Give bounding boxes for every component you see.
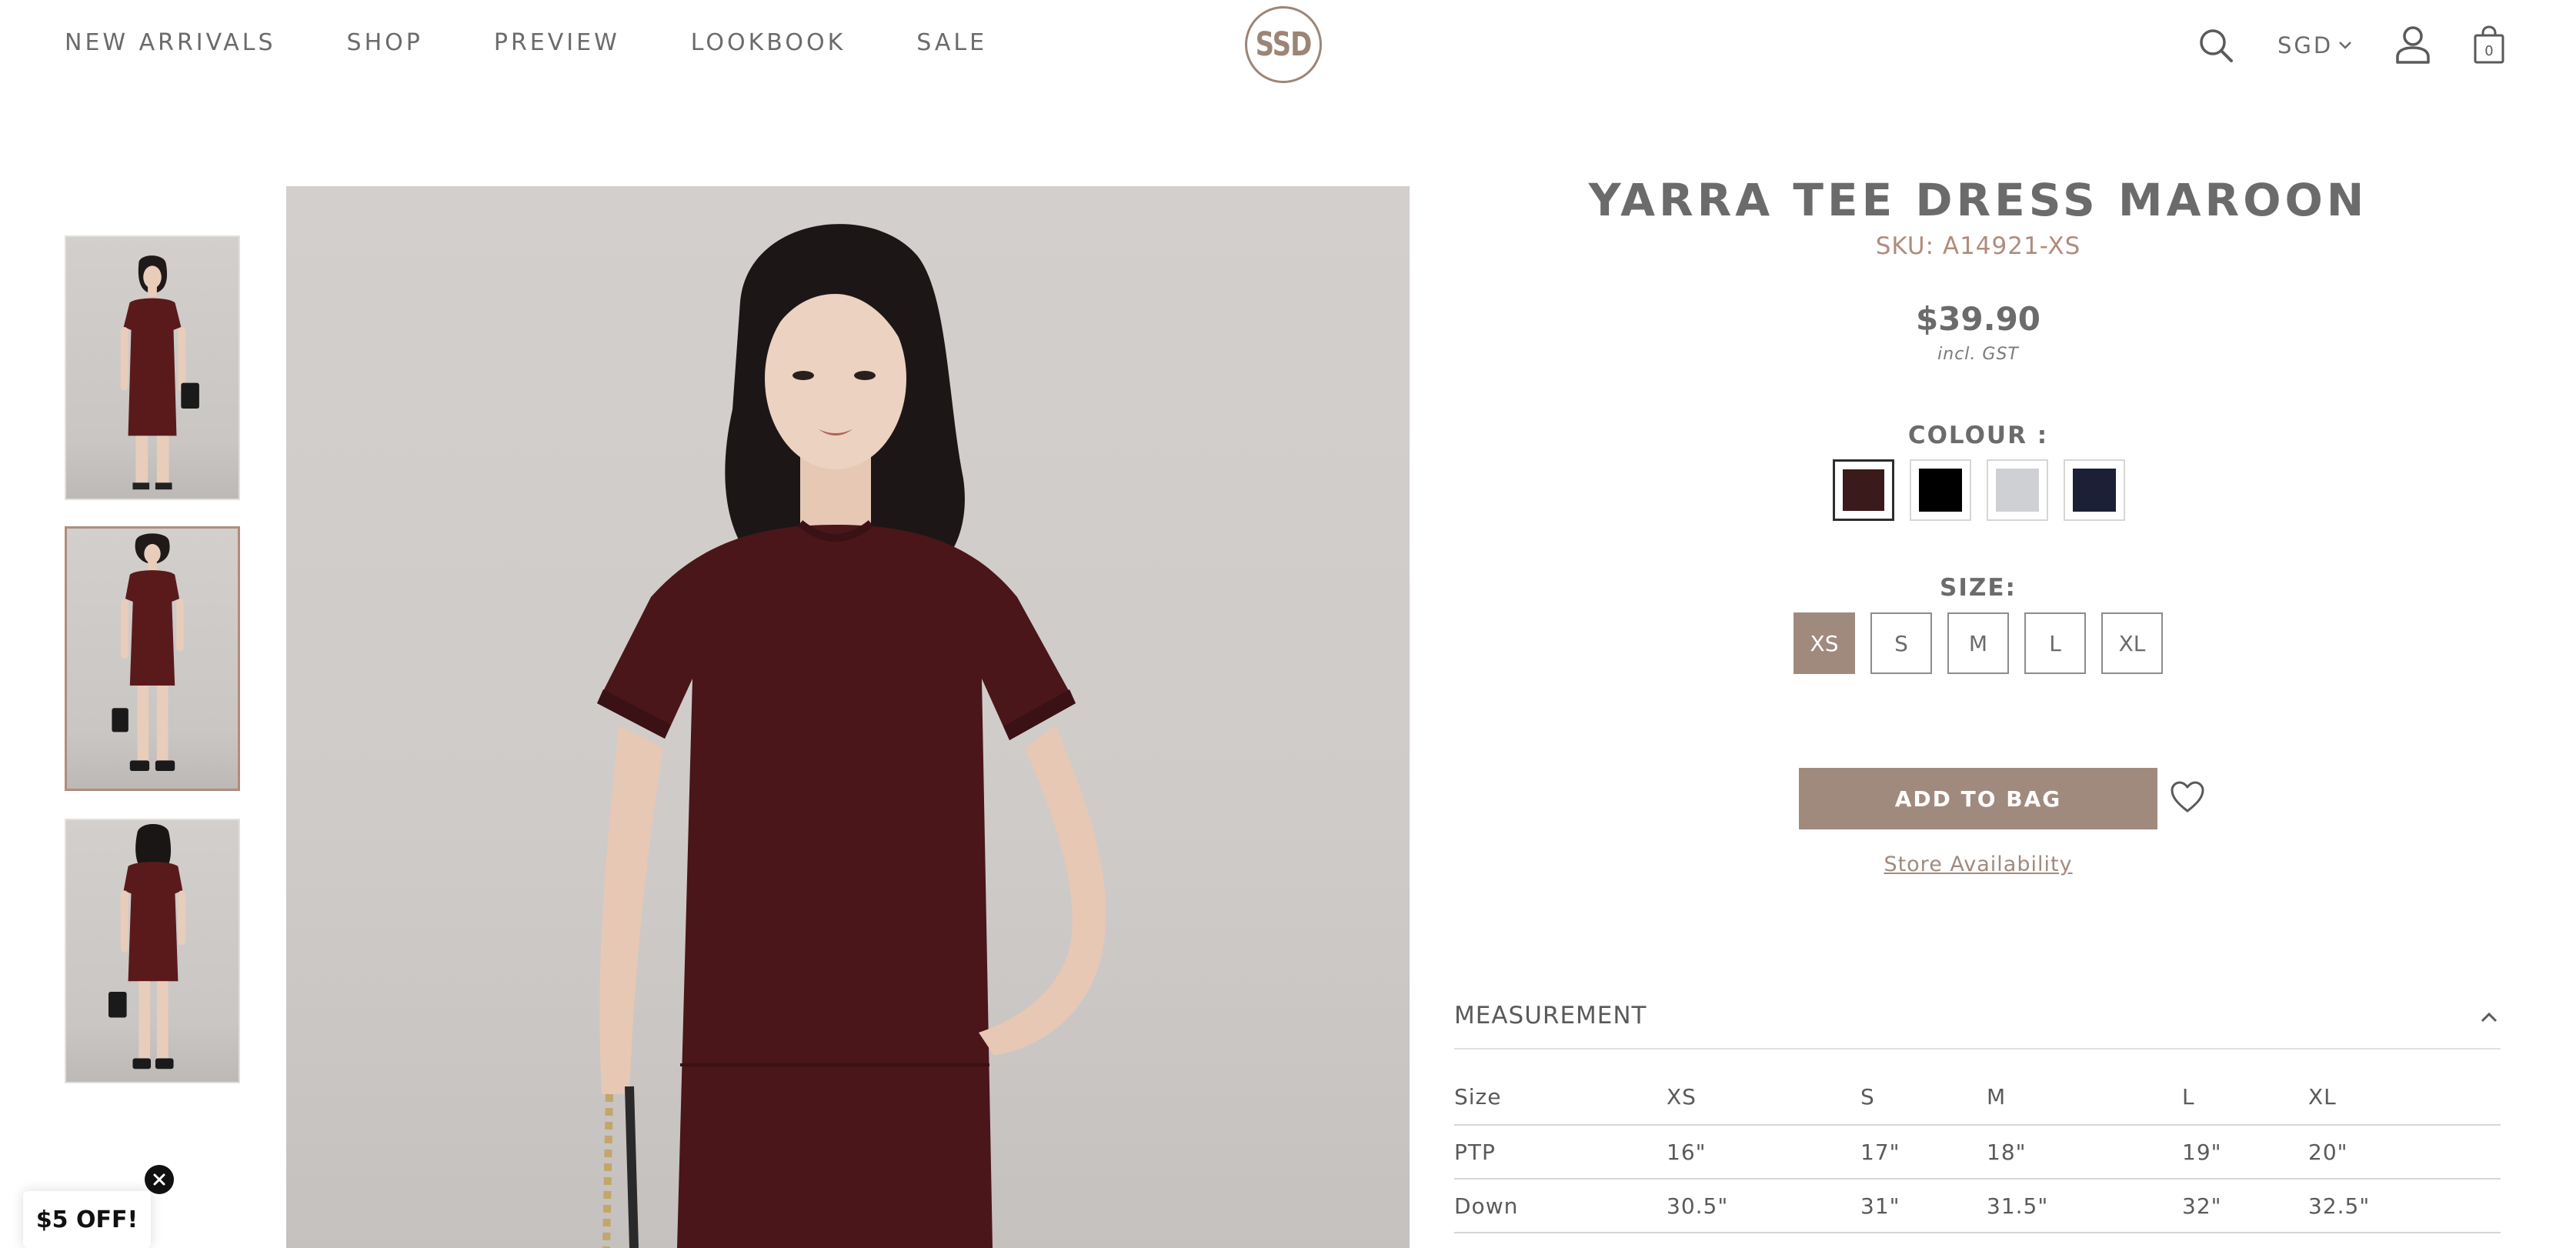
colour-swatches (1833, 459, 2125, 521)
user-icon[interactable] (2394, 25, 2431, 65)
measurement-accordion[interactable]: MEASUREMENT (1454, 996, 2501, 1049)
site-header: NEW ARRIVALS SHOP PREVIEW LOOKBOOK SALE … (0, 0, 2576, 91)
colour-swatch-navy[interactable] (2064, 459, 2125, 521)
store-availability-link[interactable]: Store Availability (1454, 853, 2502, 876)
size-options: XS S M L XL (1794, 612, 2163, 674)
thumbnail-image-2 (112, 533, 184, 772)
currency-selector[interactable]: SGD (2277, 32, 2353, 58)
table-cell: 20" (2308, 1139, 2348, 1165)
table-header-cell: S (1860, 1084, 1875, 1110)
add-to-bag-button[interactable]: ADD TO BAG (1799, 768, 2157, 829)
table-header-cell: XS (1667, 1084, 1697, 1110)
size-label: SIZE: (1940, 574, 2017, 602)
table-row: Down 30.5" 31" 31.5" 32" 32.5" (1454, 1179, 2501, 1233)
size-option-xl[interactable]: XL (2101, 612, 2163, 674)
table-cell: 16" (1667, 1139, 1707, 1165)
thumbnail-image-1 (120, 255, 199, 490)
close-icon[interactable] (145, 1165, 174, 1194)
table-cell: 31.5" (1987, 1193, 2049, 1219)
shopping-bag-icon[interactable]: 0 (2471, 25, 2507, 65)
table-header-cell: XL (2308, 1084, 2337, 1110)
header-actions: SGD 0 (0, 23, 2576, 69)
table-cell: 17" (1860, 1139, 1900, 1165)
chevron-down-icon (2339, 42, 2352, 49)
measurement-header-row: Size XS S M L XL (1454, 1069, 2501, 1125)
size-option-xs[interactable]: XS (1794, 612, 1855, 674)
product-title: YARRA TEE DRESS MAROON (1588, 174, 2368, 226)
product-photo (597, 224, 1106, 1248)
size-option-l[interactable]: L (2024, 612, 2086, 674)
colour-swatch-black[interactable] (1910, 459, 1971, 521)
table-cell: Down (1454, 1193, 1519, 1219)
thumbnail-1[interactable] (65, 235, 240, 500)
table-row: PTP 16" 17" 18" 19" 20" (1454, 1125, 2501, 1179)
thumbnail-2[interactable] (65, 526, 240, 791)
price-tax-note: incl. GST (1937, 345, 2019, 364)
table-cell: 31" (1860, 1193, 1900, 1219)
table-cell: PTP (1454, 1139, 1496, 1165)
size-option-s[interactable]: S (1870, 612, 1932, 674)
close-glyph (153, 1173, 165, 1186)
table-cell: 32" (2182, 1193, 2222, 1219)
product-price: $39.90 (1915, 300, 2041, 338)
thumbnail-3[interactable] (65, 819, 240, 1083)
currency-label: SGD (2277, 32, 2334, 58)
colour-swatch-grey[interactable] (1987, 459, 2048, 521)
bag-count: 0 (2484, 43, 2493, 59)
thumbnail-image-3 (108, 823, 186, 1069)
table-header-cell: Size (1454, 1084, 1502, 1110)
colour-label: COLOUR : (1907, 422, 2049, 449)
promo-badge[interactable]: $5 OFF! (23, 1191, 151, 1248)
promo-label: $5 OFF! (35, 1206, 138, 1233)
table-header-cell: M (1987, 1084, 2007, 1110)
search-icon[interactable] (2197, 26, 2235, 65)
table-cell: 30.5" (1667, 1193, 1729, 1219)
heart-icon[interactable] (2170, 780, 2205, 814)
table-cell: 19" (2182, 1139, 2222, 1165)
chevron-up-icon (2481, 1012, 2498, 1023)
table-cell: 18" (1987, 1139, 2027, 1165)
colour-swatch-maroon[interactable] (1833, 459, 1894, 521)
product-sku: SKU: A14921-XS (1875, 232, 2081, 260)
measurement-title: MEASUREMENT (1454, 1002, 1647, 1029)
table-header-cell: L (2182, 1084, 2195, 1110)
size-option-m[interactable]: M (1947, 612, 2009, 674)
product-main-image[interactable] (286, 186, 1410, 1248)
measurement-table: Size XS S M L XL PTP 16" 17" 18" 19" 20"… (1454, 1069, 2501, 1233)
table-cell: 32.5" (2308, 1193, 2371, 1219)
